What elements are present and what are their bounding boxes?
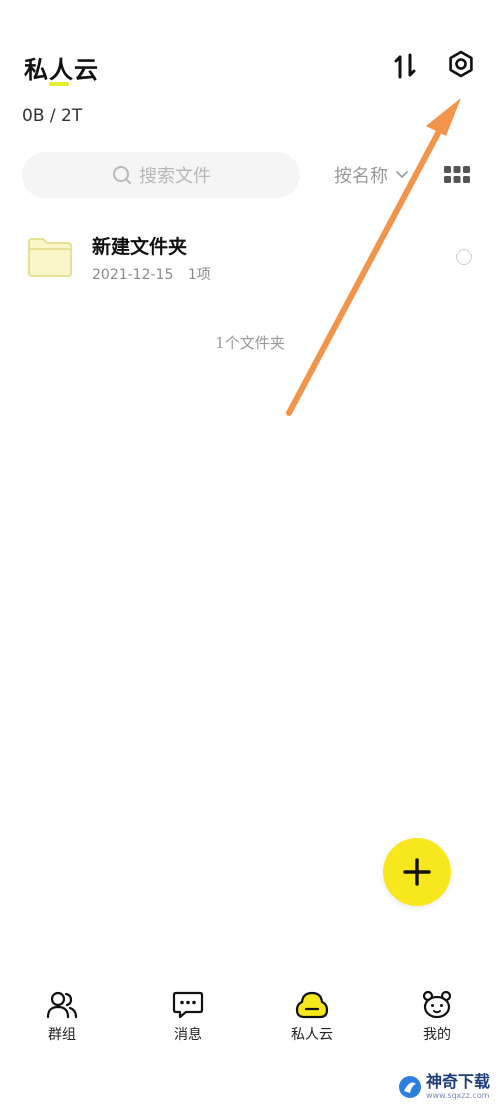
- watermark-title: 神奇下载: [426, 1072, 491, 1091]
- add-button[interactable]: [383, 838, 451, 906]
- settings-button[interactable]: [446, 49, 476, 79]
- bottom-navigation: 群组 消息 私人云 我的: [0, 982, 500, 1062]
- cloud-icon: [295, 991, 329, 1019]
- title-underline: [49, 82, 69, 86]
- folder-icon: [28, 238, 72, 277]
- file-item-count: 1项: [187, 267, 211, 283]
- grid-icon: [444, 166, 470, 183]
- nav-label-messages: 消息: [174, 1027, 202, 1043]
- page-title: 私人云: [24, 55, 99, 84]
- file-date: 2021-12-15: [92, 267, 174, 283]
- gear-icon: [449, 50, 473, 78]
- search-icon: [113, 166, 131, 184]
- plus-icon: [403, 858, 431, 886]
- up-down-arrows-icon: [394, 53, 416, 79]
- nav-label-mine: 我的: [423, 1027, 451, 1043]
- nav-item-mine[interactable]: 我的: [387, 982, 487, 1052]
- group-icon: [46, 991, 78, 1019]
- sort-label: 按名称: [334, 166, 388, 187]
- nav-item-private-cloud[interactable]: 私人云: [262, 982, 362, 1052]
- message-icon: [172, 991, 204, 1019]
- watermark-logo-icon: [399, 1076, 421, 1098]
- search-input[interactable]: 搜索文件: [22, 152, 300, 198]
- nav-item-group[interactable]: 群组: [12, 982, 112, 1052]
- transfer-sort-button[interactable]: [390, 51, 420, 81]
- chevron-down-icon: [396, 171, 408, 179]
- file-meta: 2021-12-15 1项: [92, 264, 211, 284]
- watermark-url: www.sqxzz.com: [426, 1091, 490, 1100]
- file-name: 新建文件夹: [92, 236, 188, 258]
- nav-label-private-cloud: 私人云: [291, 1027, 333, 1043]
- file-list-item[interactable]: 新建文件夹 2021-12-15 1项: [0, 222, 500, 294]
- storage-usage: 0B / 2T: [22, 106, 83, 126]
- search-placeholder: 搜索文件: [139, 166, 211, 187]
- sort-by-name-dropdown[interactable]: 按名称: [334, 162, 408, 188]
- select-checkbox[interactable]: [456, 249, 472, 265]
- app-screen: 私人云 0B / 2T 搜索文件 按名称 新建文件夹 2021-12-15 1项…: [0, 0, 500, 1111]
- bear-icon: [422, 990, 452, 1019]
- nav-label-group: 群组: [48, 1027, 76, 1043]
- watermark: 神奇下载 www.sqxzz.com: [398, 1072, 490, 1102]
- grid-view-button[interactable]: [444, 165, 470, 185]
- nav-item-messages[interactable]: 消息: [138, 982, 238, 1052]
- folder-count-summary: 1个文件夹: [215, 334, 285, 352]
